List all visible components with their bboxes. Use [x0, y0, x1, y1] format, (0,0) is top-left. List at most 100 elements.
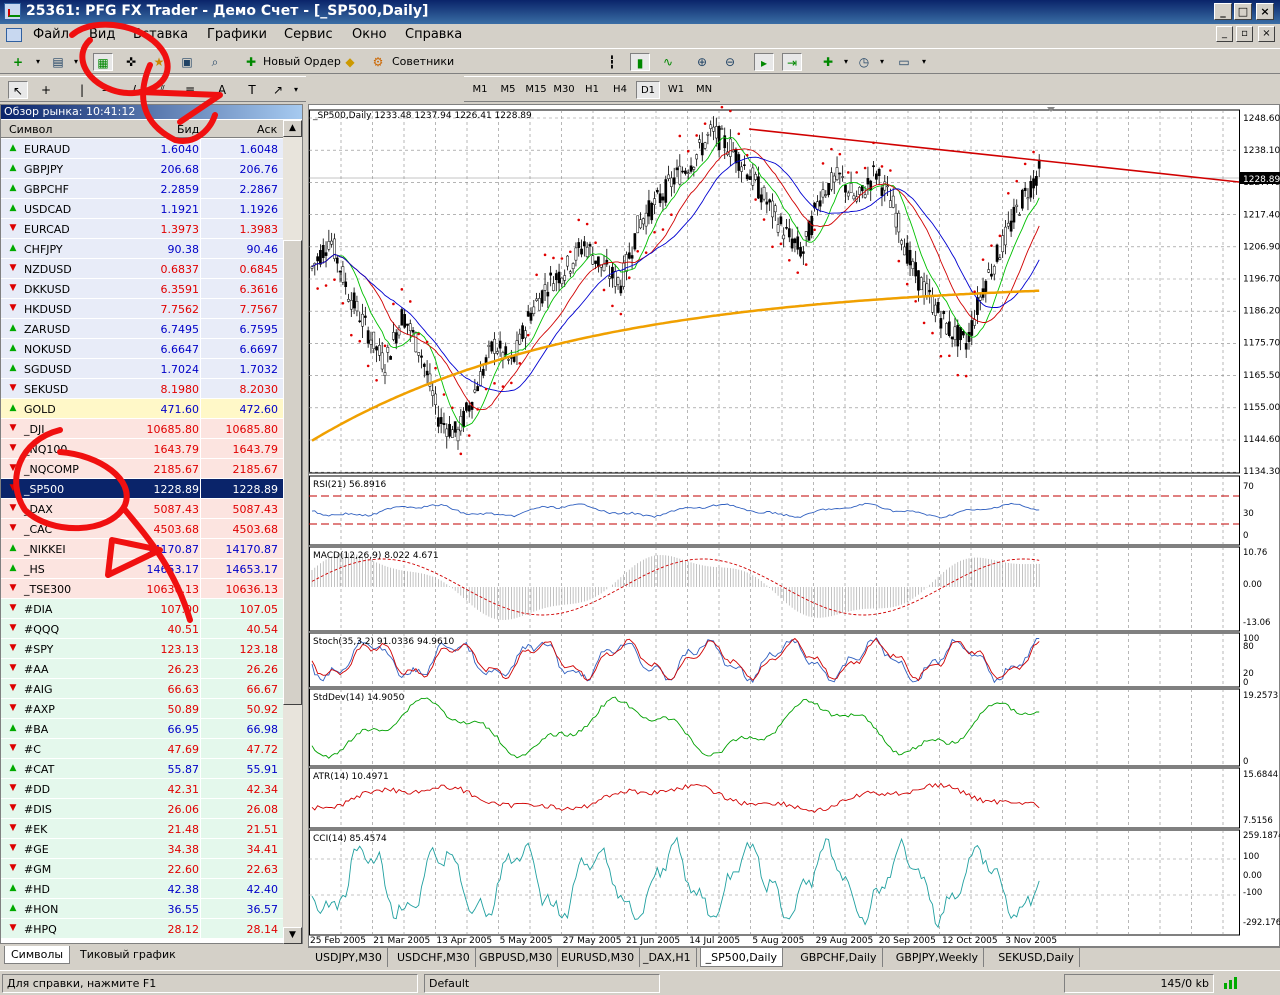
market-row[interactable]: ▼ #AIG 66.63 66.67	[1, 679, 283, 699]
market-row[interactable]: ▲ NOKUSD 6.6647 6.6697	[1, 339, 283, 359]
crosshair-icon[interactable]: +	[36, 81, 56, 99]
mdi-minimize-button[interactable]: _	[1216, 26, 1233, 42]
market-row[interactable]: ▲ #BA 66.95 66.98	[1, 719, 283, 739]
market-row[interactable]: ▲ GBPJPY 206.68 206.76	[1, 159, 283, 179]
candlestick-icon[interactable]: ▮	[630, 53, 650, 71]
tf-m1[interactable]: M1	[468, 81, 492, 99]
market-row[interactable]: ▼ #AXP 50.89 50.92	[1, 699, 283, 719]
line-chart-icon[interactable]: ∿	[658, 53, 678, 71]
menu-file[interactable]: Файл	[33, 27, 69, 42]
tf-mn[interactable]: MN	[692, 81, 716, 99]
cursor-icon[interactable]: ↖	[8, 81, 28, 99]
market-row[interactable]: ▲ USDCAD 1.1921 1.1926	[1, 199, 283, 219]
tab-tick-chart[interactable]: Тиковый график	[74, 946, 182, 964]
channel-icon[interactable]: ⫽	[152, 81, 172, 99]
tf-m30[interactable]: M30	[552, 81, 576, 99]
tf-d1[interactable]: D1	[636, 81, 660, 99]
market-row[interactable]: ▼ #DIA 107.00 107.05	[1, 599, 283, 619]
arrows-dropdown-icon[interactable]: ▾	[286, 81, 306, 99]
bar-chart-icon[interactable]: ┇	[602, 53, 622, 71]
market-row[interactable]: ▼ _DJI 10685.80 10685.80	[1, 419, 283, 439]
market-row[interactable]: ▼ _DAX 5087.43 5087.43	[1, 499, 283, 519]
tf-m15[interactable]: M15	[524, 81, 548, 99]
menu-charts[interactable]: Графики	[207, 27, 267, 42]
market-row[interactable]: ▼ _NQCOMP 2185.67 2185.67	[1, 459, 283, 479]
market-row[interactable]: ▼ _SP500 1228.89 1228.89	[1, 479, 283, 499]
new-order-button[interactable]: Новый Ордер	[263, 55, 341, 68]
scroll-down-button[interactable]: ▼	[283, 927, 302, 944]
chart-tab[interactable]: USDJPY,M30	[310, 948, 388, 967]
market-row[interactable]: ▼ #C 47.69 47.72	[1, 739, 283, 759]
col-bid[interactable]: Бид	[177, 123, 199, 136]
chart-tab[interactable]: USDCHF,M30	[392, 948, 476, 967]
market-row[interactable]: ▲ _NIKKEI 14170.87 14170.87	[1, 539, 283, 559]
advisors-icon[interactable]: ⚙	[368, 53, 388, 71]
market-row[interactable]: ▼ #DD 42.31 42.34	[1, 779, 283, 799]
col-symbol[interactable]: Символ	[9, 123, 52, 136]
market-row[interactable]: ▲ ZARUSD 6.7495 6.7595	[1, 319, 283, 339]
zoom-in-icon[interactable]: ⊕	[692, 53, 712, 71]
market-row[interactable]: ▲ #HD 42.38 42.40	[1, 879, 283, 899]
strategy-tester-icon[interactable]: ⌕	[205, 53, 225, 71]
market-row[interactable]: ▲ #HON 36.55 36.57	[1, 899, 283, 919]
tf-h1[interactable]: H1	[580, 81, 604, 99]
navigator-icon[interactable]: ✜	[121, 53, 141, 71]
vertical-line-icon[interactable]: |	[72, 81, 92, 99]
market-row[interactable]: ▼ #QQQ 40.51 40.54	[1, 619, 283, 639]
maximize-button[interactable]: □	[1234, 3, 1252, 20]
chart-shift-icon[interactable]: ⇥	[782, 53, 802, 71]
market-row[interactable]: ▼ SEKUSD 8.1980 8.2030	[1, 379, 283, 399]
chart-tab[interactable]: GBPCHF,Daily	[795, 948, 883, 967]
periods-clock-icon[interactable]: ◷	[854, 53, 874, 71]
menu-help[interactable]: Справка	[405, 27, 462, 42]
market-row[interactable]: ▲ #CAT 55.87 55.91	[1, 759, 283, 779]
terminal-icon[interactable]: ▣	[177, 53, 197, 71]
market-row[interactable]: ▲ CHFJPY 90.38 90.46	[1, 239, 283, 259]
market-row[interactable]: ▲ EURAUD 1.6040 1.6048	[1, 139, 283, 159]
market-row[interactable]: ▼ #GM 22.60 22.63	[1, 859, 283, 879]
market-row[interactable]: ▼ EURCAD 1.3973 1.3983	[1, 219, 283, 239]
chart-tab[interactable]: _SP500,Daily	[699, 948, 784, 967]
templates-dropdown-icon[interactable]: ▾	[914, 53, 934, 71]
scroll-up-button[interactable]: ▲	[283, 120, 302, 137]
market-watch-scrollbar[interactable]: ▲ ▼	[283, 120, 302, 944]
profiles-dropdown-icon[interactable]: ▾	[66, 53, 86, 71]
trendline-icon[interactable]: /	[124, 81, 144, 99]
new-order-icon[interactable]: ✚	[241, 53, 261, 71]
market-row[interactable]: ▼ #GE 34.38 34.41	[1, 839, 283, 859]
chart-tab[interactable]: GBPUSD,M30	[474, 948, 559, 967]
auto-scroll-icon[interactable]: ▸	[754, 53, 774, 71]
menu-insert[interactable]: Вставка	[133, 27, 188, 42]
market-row[interactable]: ▼ _NQ100 1643.79 1643.79	[1, 439, 283, 459]
profiles-icon[interactable]: ▤	[48, 53, 68, 71]
text-label-icon[interactable]: T	[242, 81, 262, 99]
indicators-icon[interactable]: ✚	[818, 53, 838, 71]
indicators-dropdown-icon[interactable]: ▾	[836, 53, 856, 71]
menu-view[interactable]: Вид	[89, 27, 115, 42]
text-icon[interactable]: A	[212, 81, 232, 99]
periods-dropdown-icon[interactable]: ▾	[872, 53, 892, 71]
market-row[interactable]: ▼ #SPY 123.13 123.18	[1, 639, 283, 659]
market-watch-icon[interactable]: ▦	[93, 53, 113, 71]
fibonacci-icon[interactable]: ≡	[180, 81, 200, 99]
document-icon[interactable]	[6, 28, 22, 42]
mdi-restore-button[interactable]: ▫	[1236, 26, 1253, 42]
close-button[interactable]: ×	[1256, 3, 1274, 20]
market-row[interactable]: ▼ _TSE300 10636.13 10636.13	[1, 579, 283, 599]
tab-symbols[interactable]: Символы	[4, 946, 71, 964]
market-row[interactable]: ▲ GOLD 471.60 472.60	[1, 399, 283, 419]
horizontal-line-icon[interactable]: —	[98, 81, 118, 99]
market-row[interactable]: ▲ GBPCHF 2.2859 2.2867	[1, 179, 283, 199]
chart-tab[interactable]: _DAX,H1	[638, 948, 697, 967]
tf-m5[interactable]: M5	[496, 81, 520, 99]
tf-h4[interactable]: H4	[608, 81, 632, 99]
market-row[interactable]: ▼ #DIS 26.06 26.08	[1, 799, 283, 819]
market-row[interactable]: ▼ #AA 26.23 26.26	[1, 659, 283, 679]
warning-icon[interactable]: ◆	[340, 53, 360, 71]
market-row[interactable]: ▲ _HS 14653.17 14653.17	[1, 559, 283, 579]
market-row[interactable]: ▼ NZDUSD 0.6837 0.6845	[1, 259, 283, 279]
market-row[interactable]: ▼ #HPQ 28.12 28.14	[1, 919, 283, 939]
market-row[interactable]: ▼ #EK 21.48 21.51	[1, 819, 283, 839]
chart-canvas[interactable]: 1248.601238.101227.401217.401206.901196.…	[309, 96, 1280, 948]
minimize-button[interactable]: _	[1214, 3, 1232, 20]
